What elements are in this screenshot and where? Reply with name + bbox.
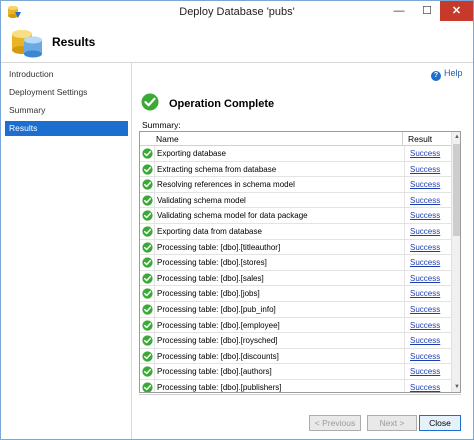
maximize-button[interactable]: ☐ xyxy=(413,1,441,21)
row-result-link[interactable]: Success xyxy=(410,302,440,317)
minimize-button[interactable]: — xyxy=(385,1,413,21)
table-row[interactable]: Processing table: [dbo].[publishers] Succ… xyxy=(140,379,451,392)
next-button[interactable]: Next > xyxy=(367,415,417,431)
table-row[interactable]: Processing table: [dbo].[jobs] Success xyxy=(140,286,451,302)
row-result-link[interactable]: Success xyxy=(410,333,440,348)
table-row[interactable]: Validating schema model Success xyxy=(140,192,451,209)
scroll-up-arrow[interactable]: ▲ xyxy=(452,132,460,142)
scroll-down-arrow[interactable]: ▼ xyxy=(452,382,460,392)
row-name: Resolving references in schema model xyxy=(154,177,405,193)
row-name: Processing table: [dbo].[authors] xyxy=(154,364,405,380)
help-label: Help xyxy=(444,68,463,78)
row-result-link[interactable]: Success xyxy=(410,349,440,364)
operation-status-title: Operation Complete xyxy=(169,98,275,110)
table-row[interactable]: Processing table: [dbo].[stores] Success xyxy=(140,255,451,271)
results-panel: ? Help Operation Complete Summary: Name R… xyxy=(133,63,473,439)
row-name: Validating schema model xyxy=(154,192,405,208)
row-result-link[interactable]: Success xyxy=(410,364,440,379)
row-result-link[interactable]: Success xyxy=(410,193,440,208)
row-name: Extracting schema from database xyxy=(154,161,405,177)
row-result-link[interactable]: Success xyxy=(410,162,440,177)
table-row[interactable]: Validating schema model for data package… xyxy=(140,208,451,224)
row-result-link[interactable]: Success xyxy=(410,240,440,255)
check-circle-icon xyxy=(142,319,153,331)
table-row[interactable]: Resolving references in schema model Succ… xyxy=(140,177,451,193)
check-circle-icon xyxy=(142,335,153,346)
row-result-link[interactable]: Success xyxy=(410,318,440,333)
results-grid: Name Result Exporting database Success Ext… xyxy=(139,131,461,393)
row-name: Processing table: [dbo].[publishers] xyxy=(154,379,405,392)
check-circle-icon xyxy=(142,351,153,362)
check-circle-icon xyxy=(142,288,153,299)
table-row[interactable]: Processing table: [dbo].[pub_info] Succes… xyxy=(140,301,451,318)
table-row[interactable]: Processing table: [dbo].[titleauthor] Suc… xyxy=(140,239,451,256)
check-circle-icon xyxy=(142,257,153,268)
table-row[interactable]: Exporting database Success xyxy=(140,146,451,162)
close-button[interactable]: Close xyxy=(419,415,461,431)
row-name: Processing table: [dbo].[pub_info] xyxy=(154,301,405,317)
deploy-database-window: Deploy Database 'pubs' — ☐ ✕ Results Int… xyxy=(0,0,474,440)
check-circle-icon xyxy=(142,304,153,315)
check-circle-icon xyxy=(142,210,153,222)
row-name: Processing table: [dbo].[roysched] xyxy=(154,333,405,349)
check-circle-icon xyxy=(141,93,159,111)
table-row[interactable]: Processing table: [dbo].[employee] Succes… xyxy=(140,317,451,334)
table-row[interactable]: Processing table: [dbo].[sales] Success xyxy=(140,270,451,287)
row-result-link[interactable]: Success xyxy=(410,177,440,192)
grid-bottom-border xyxy=(139,394,461,395)
row-name: Processing table: [dbo].[jobs] xyxy=(154,286,405,302)
column-header-name[interactable]: Name xyxy=(140,132,403,146)
sidebar-item-introduction[interactable]: Introduction xyxy=(5,67,128,82)
row-name: Processing table: [dbo].[sales] xyxy=(154,270,405,286)
check-circle-icon xyxy=(142,366,153,377)
table-row[interactable]: Extracting schema from database Success xyxy=(140,161,451,178)
page-title: Results xyxy=(52,35,96,49)
table-row[interactable]: Processing table: [dbo].[authors] Success xyxy=(140,364,451,380)
scroll-thumb[interactable] xyxy=(453,144,460,236)
row-name: Exporting database xyxy=(154,146,405,161)
check-circle-icon xyxy=(142,179,153,190)
check-circle-icon xyxy=(142,241,153,253)
table-row[interactable]: Processing table: [dbo].[discounts] Succe… xyxy=(140,348,451,365)
row-result-link[interactable]: Success xyxy=(410,146,440,161)
row-result-link[interactable]: Success xyxy=(410,271,440,286)
vertical-scrollbar[interactable]: ▲ ▼ xyxy=(451,132,460,392)
help-icon: ? xyxy=(431,71,441,81)
row-result-link[interactable]: Success xyxy=(410,224,440,239)
sidebar-item-deployment-settings[interactable]: Deployment Settings xyxy=(5,85,128,100)
check-circle-icon xyxy=(142,163,153,175)
table-row[interactable]: Exporting data from database Success xyxy=(140,223,451,240)
database-cylinders-icon xyxy=(12,30,42,58)
row-name: Processing table: [dbo].[employee] xyxy=(154,317,405,333)
row-result-link[interactable]: Success xyxy=(410,286,440,301)
row-result-link[interactable]: Success xyxy=(410,255,440,270)
page-header: Results xyxy=(1,23,473,63)
title-bar[interactable]: Deploy Database 'pubs' — ☐ ✕ xyxy=(1,1,473,23)
row-name: Processing table: [dbo].[titleauthor] xyxy=(154,239,405,255)
row-result-link[interactable]: Success xyxy=(410,208,440,223)
row-name: Processing table: [dbo].[discounts] xyxy=(154,348,405,364)
help-link[interactable]: ? Help xyxy=(431,68,463,81)
summary-label: Summary: xyxy=(142,120,181,130)
table-row[interactable]: Processing table: [dbo].[roysched] Succes… xyxy=(140,333,451,349)
column-header-result[interactable]: Result xyxy=(408,132,432,146)
check-circle-icon xyxy=(142,273,153,284)
grid-header: Name Result xyxy=(140,132,451,146)
check-circle-icon xyxy=(142,226,153,237)
check-circle-icon xyxy=(142,195,153,206)
previous-button[interactable]: < Previous xyxy=(309,415,361,431)
row-result-link[interactable]: Success xyxy=(410,380,440,392)
check-circle-icon xyxy=(142,148,153,159)
sidebar-item-summary[interactable]: Summary xyxy=(5,103,128,118)
grid-rows: Exporting database Success Extracting sche… xyxy=(140,146,451,392)
row-name: Exporting data from database xyxy=(154,223,405,239)
row-name: Processing table: [dbo].[stores] xyxy=(154,255,405,271)
wizard-sidebar: Introduction Deployment Settings Summary… xyxy=(1,63,132,439)
row-name: Validating schema model for data package xyxy=(154,208,405,224)
close-window-button[interactable]: ✕ xyxy=(440,1,473,21)
sidebar-item-results[interactable]: Results xyxy=(5,121,128,136)
check-circle-icon xyxy=(142,382,153,392)
